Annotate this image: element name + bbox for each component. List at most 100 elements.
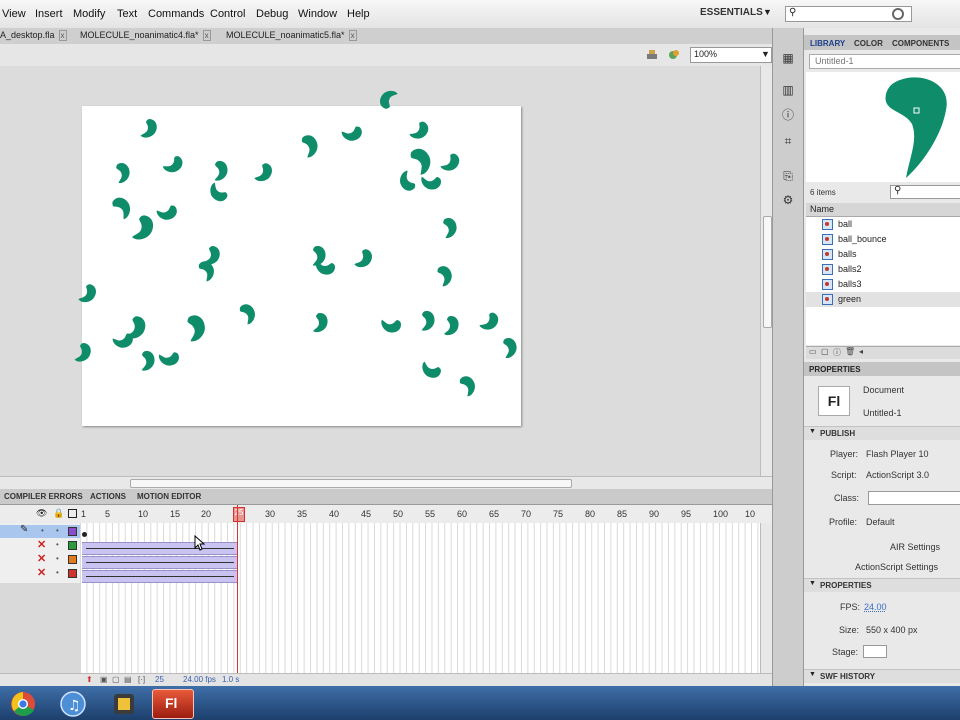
- components-icon[interactable]: ⚙: [781, 193, 795, 207]
- properties-header[interactable]: PROPERTIES: [804, 362, 960, 376]
- stage-color-swatch[interactable]: [863, 645, 887, 658]
- profile-value[interactable]: Default: [866, 517, 895, 527]
- code-snippets-icon[interactable]: ⎘: [781, 169, 795, 183]
- molecule-shape[interactable]: [297, 132, 322, 159]
- molecule-shape[interactable]: [235, 301, 260, 326]
- hidden-x-icon[interactable]: ✕: [37, 552, 46, 565]
- doc-tab[interactable]: A_desktop.fla x: [0, 30, 67, 42]
- molecule-shape[interactable]: [182, 312, 209, 343]
- molecule-shape[interactable]: [418, 309, 437, 332]
- library-item[interactable]: balls2: [806, 262, 960, 277]
- menu-modify[interactable]: Modify: [73, 8, 105, 20]
- actionscript-settings-link[interactable]: ActionScript Settings: [855, 562, 938, 572]
- doc-tab[interactable]: MOLECULE_noanimatic5.fla* x: [226, 30, 357, 42]
- tab-components[interactable]: COMPONENTS: [892, 39, 949, 48]
- molecule-shape[interactable]: [77, 282, 99, 306]
- doc-tab[interactable]: MOLECULE_noanimatic4.fla* x: [80, 30, 211, 42]
- layer-row[interactable]: ✕ •: [0, 567, 80, 580]
- edit-scene-icon[interactable]: [646, 49, 658, 60]
- eye-icon[interactable]: 👁: [36, 508, 47, 519]
- molecule-shape[interactable]: [377, 87, 399, 111]
- lock-icon[interactable]: 🔒: [53, 508, 64, 519]
- stage-horizontal-scrollbar[interactable]: [0, 476, 772, 489]
- molecule-shape[interactable]: [140, 117, 159, 140]
- chevron-down-icon[interactable]: ▼: [763, 7, 772, 17]
- script-value[interactable]: ActionScript 3.0: [866, 470, 929, 480]
- scroll-thumb[interactable]: [130, 479, 572, 488]
- molecule-shape[interactable]: [313, 313, 328, 333]
- motion-tween[interactable]: [82, 556, 238, 569]
- timeline-frames[interactable]: [80, 523, 760, 673]
- publish-section[interactable]: ▼ PUBLISH: [804, 426, 960, 440]
- molecule-shape[interactable]: [405, 144, 437, 176]
- flash-taskbar-button[interactable]: Fl: [152, 689, 194, 719]
- onion-skin-icon[interactable]: ▣: [100, 675, 108, 684]
- library-search-input[interactable]: ⚲: [890, 185, 960, 199]
- fps-value[interactable]: 24.00: [864, 602, 887, 612]
- motion-tween[interactable]: [82, 542, 238, 555]
- menu-debug[interactable]: Debug: [256, 8, 288, 20]
- swf-history-section[interactable]: ▼ SWF HISTORY: [804, 669, 960, 683]
- timeline-ruler[interactable]: 👁 🔒 151015202530354045505560657075808590…: [0, 505, 772, 524]
- molecule-shape[interactable]: [455, 373, 480, 398]
- workspace-switcher[interactable]: ESSENTIALS: [700, 7, 763, 18]
- molecule-shape[interactable]: [439, 150, 463, 175]
- molecule-shape[interactable]: [433, 263, 456, 288]
- molecule-shape[interactable]: [108, 194, 135, 221]
- molecule-shape[interactable]: [408, 118, 432, 143]
- molecule-shape[interactable]: [395, 169, 420, 194]
- molecule-shape[interactable]: [340, 122, 365, 145]
- tab-actions[interactable]: ACTIONS: [90, 492, 126, 501]
- close-icon[interactable]: x: [202, 30, 211, 41]
- molecule-shape[interactable]: [420, 173, 443, 192]
- molecule-shape[interactable]: [315, 260, 335, 275]
- molecule-shape[interactable]: [380, 316, 403, 335]
- tab-motion-editor[interactable]: MOTION EDITOR: [137, 492, 201, 501]
- molecule-shape[interactable]: [420, 361, 443, 380]
- cs-live-icon[interactable]: [892, 8, 904, 20]
- keyframe[interactable]: [82, 532, 87, 537]
- menu-window[interactable]: Window: [298, 8, 337, 20]
- onion-outline-icon[interactable]: ▢: [112, 675, 120, 684]
- hidden-x-icon[interactable]: ✕: [37, 538, 46, 551]
- properties-icon[interactable]: ⓘ: [833, 347, 841, 358]
- grid-panel-icon[interactable]: ▦: [781, 51, 795, 65]
- layer-row[interactable]: ✕ •: [0, 553, 80, 566]
- info-icon[interactable]: ⓘ: [781, 108, 795, 122]
- layer-row[interactable]: ✕ •: [0, 539, 80, 552]
- layer-row[interactable]: ✎ • •: [0, 524, 80, 538]
- molecule-shape[interactable]: [162, 152, 186, 177]
- layer-color-swatch[interactable]: [68, 569, 77, 578]
- molecule-shape[interactable]: [253, 161, 275, 185]
- new-folder-icon[interactable]: ▭: [809, 347, 817, 356]
- menu-view[interactable]: View: [2, 8, 26, 20]
- chrome-icon[interactable]: [10, 691, 36, 717]
- doc-name[interactable]: Untitled-1: [863, 408, 902, 418]
- tab-color[interactable]: COLOR: [854, 39, 883, 48]
- molecule-shape[interactable]: [74, 341, 93, 364]
- menu-text[interactable]: Text: [117, 8, 137, 20]
- motion-tween[interactable]: [82, 570, 238, 583]
- tab-compiler-errors[interactable]: COMPILER ERRORS: [4, 492, 83, 501]
- itunes-icon[interactable]: ♫: [60, 691, 86, 717]
- tab-library[interactable]: LIBRARY: [810, 39, 845, 48]
- class-input[interactable]: [868, 491, 960, 505]
- edit-symbol-icon[interactable]: [668, 49, 680, 60]
- library-item[interactable]: balls3: [806, 277, 960, 292]
- new-symbol-icon[interactable]: ▢: [821, 347, 829, 356]
- layer-color-swatch[interactable]: [68, 541, 77, 550]
- media-player-icon[interactable]: [112, 690, 136, 718]
- close-icon[interactable]: x: [58, 30, 67, 41]
- molecule-shape[interactable]: [158, 348, 182, 369]
- library-item[interactable]: balls: [806, 247, 960, 262]
- menu-help[interactable]: Help: [347, 8, 370, 20]
- air-settings-link[interactable]: AIR Settings: [890, 542, 940, 552]
- properties-section[interactable]: ▼ PROPERTIES: [804, 578, 960, 592]
- scroll-thumb[interactable]: [763, 216, 772, 328]
- molecule-shape[interactable]: [206, 181, 231, 205]
- hidden-x-icon[interactable]: ✕: [37, 566, 46, 579]
- library-column-header[interactable]: Name: [806, 203, 960, 217]
- molecule-shape[interactable]: [112, 160, 133, 184]
- molecule-shape[interactable]: [155, 201, 180, 224]
- molecule-shape[interactable]: [444, 316, 459, 336]
